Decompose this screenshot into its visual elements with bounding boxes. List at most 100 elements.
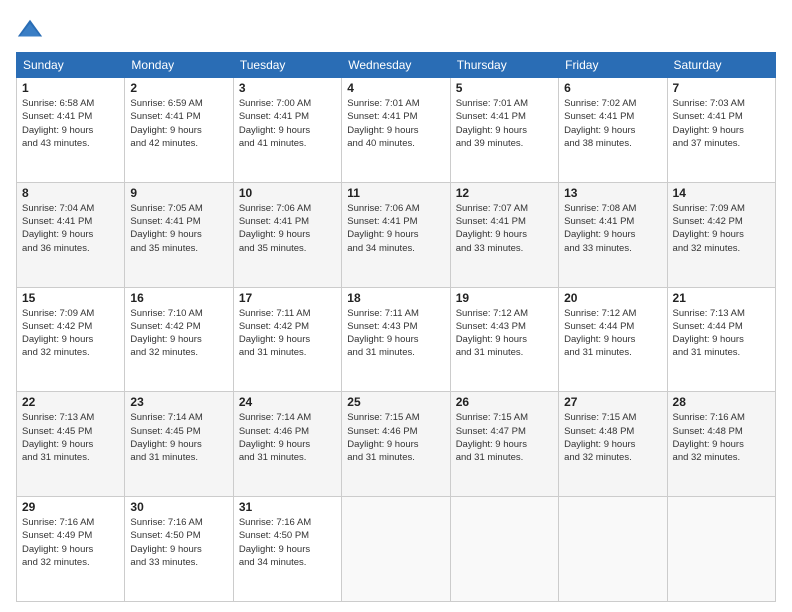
day-number: 27 [564,395,661,409]
day-number: 21 [673,291,770,305]
daylight-label: Daylight: 9 hours [564,229,635,240]
weekday-header-thursday: Thursday [450,53,558,78]
day-cell: 3 Sunrise: 7:00 AM Sunset: 4:41 PM Dayli… [233,78,341,183]
calendar-body: 1 Sunrise: 6:58 AM Sunset: 4:41 PM Dayli… [17,78,776,602]
daylight-label: Daylight: 9 hours [456,439,527,450]
sunset-label: Sunset: 4:50 PM [239,530,309,541]
day-info: Sunrise: 7:16 AM Sunset: 4:50 PM Dayligh… [130,516,227,569]
day-cell: 10 Sunrise: 7:06 AM Sunset: 4:41 PM Dayl… [233,182,341,287]
daylight-minutes: and 31 minutes. [347,347,415,358]
day-cell: 12 Sunrise: 7:07 AM Sunset: 4:41 PM Dayl… [450,182,558,287]
daylight-label: Daylight: 9 hours [22,229,93,240]
day-info: Sunrise: 7:04 AM Sunset: 4:41 PM Dayligh… [22,202,119,255]
daylight-minutes: and 36 minutes. [22,243,90,254]
daylight-minutes: and 34 minutes. [239,557,307,568]
daylight-minutes: and 33 minutes. [456,243,524,254]
day-info: Sunrise: 7:16 AM Sunset: 4:49 PM Dayligh… [22,516,119,569]
day-info: Sunrise: 6:58 AM Sunset: 4:41 PM Dayligh… [22,97,119,150]
daylight-minutes: and 31 minutes. [456,452,524,463]
daylight-label: Daylight: 9 hours [239,125,310,136]
day-cell: 29 Sunrise: 7:16 AM Sunset: 4:49 PM Dayl… [17,497,125,602]
day-info: Sunrise: 7:16 AM Sunset: 4:48 PM Dayligh… [673,411,770,464]
daylight-minutes: and 38 minutes. [564,138,632,149]
day-info: Sunrise: 7:10 AM Sunset: 4:42 PM Dayligh… [130,307,227,360]
daylight-minutes: and 31 minutes. [239,347,307,358]
day-info: Sunrise: 7:05 AM Sunset: 4:41 PM Dayligh… [130,202,227,255]
page: SundayMondayTuesdayWednesdayThursdayFrid… [0,0,792,612]
daylight-minutes: and 32 minutes. [673,243,741,254]
sunset-label: Sunset: 4:50 PM [130,530,200,541]
sunrise-label: Sunrise: 7:12 AM [456,308,528,319]
day-info: Sunrise: 7:09 AM Sunset: 4:42 PM Dayligh… [22,307,119,360]
day-cell: 4 Sunrise: 7:01 AM Sunset: 4:41 PM Dayli… [342,78,450,183]
daylight-label: Daylight: 9 hours [456,334,527,345]
day-info: Sunrise: 7:01 AM Sunset: 4:41 PM Dayligh… [456,97,553,150]
week-row-4: 22 Sunrise: 7:13 AM Sunset: 4:45 PM Dayl… [17,392,776,497]
sunset-label: Sunset: 4:41 PM [239,111,309,122]
sunset-label: Sunset: 4:45 PM [130,426,200,437]
sunrise-label: Sunrise: 7:12 AM [564,308,636,319]
daylight-label: Daylight: 9 hours [239,439,310,450]
weekday-header-saturday: Saturday [667,53,775,78]
sunrise-label: Sunrise: 7:05 AM [130,203,202,214]
daylight-minutes: and 33 minutes. [564,243,632,254]
sunset-label: Sunset: 4:48 PM [564,426,634,437]
day-number: 2 [130,81,227,95]
day-cell: 9 Sunrise: 7:05 AM Sunset: 4:41 PM Dayli… [125,182,233,287]
week-row-3: 15 Sunrise: 7:09 AM Sunset: 4:42 PM Dayl… [17,287,776,392]
day-number: 18 [347,291,444,305]
day-number: 24 [239,395,336,409]
sunrise-label: Sunrise: 7:16 AM [22,517,94,528]
daylight-label: Daylight: 9 hours [564,439,635,450]
weekday-header-friday: Friday [559,53,667,78]
sunset-label: Sunset: 4:45 PM [22,426,92,437]
sunset-label: Sunset: 4:41 PM [130,216,200,227]
sunrise-label: Sunrise: 7:13 AM [673,308,745,319]
sunset-label: Sunset: 4:47 PM [456,426,526,437]
sunrise-label: Sunrise: 7:15 AM [456,412,528,423]
daylight-minutes: and 32 minutes. [564,452,632,463]
calendar-header: SundayMondayTuesdayWednesdayThursdayFrid… [17,53,776,78]
sunset-label: Sunset: 4:41 PM [239,216,309,227]
day-info: Sunrise: 7:01 AM Sunset: 4:41 PM Dayligh… [347,97,444,150]
sunrise-label: Sunrise: 6:58 AM [22,98,94,109]
day-info: Sunrise: 6:59 AM Sunset: 4:41 PM Dayligh… [130,97,227,150]
day-number: 15 [22,291,119,305]
sunrise-label: Sunrise: 7:10 AM [130,308,202,319]
day-number: 22 [22,395,119,409]
day-number: 28 [673,395,770,409]
sunrise-label: Sunrise: 7:09 AM [22,308,94,319]
day-cell: 19 Sunrise: 7:12 AM Sunset: 4:43 PM Dayl… [450,287,558,392]
day-info: Sunrise: 7:06 AM Sunset: 4:41 PM Dayligh… [347,202,444,255]
daylight-minutes: and 39 minutes. [456,138,524,149]
daylight-minutes: and 31 minutes. [130,452,198,463]
daylight-label: Daylight: 9 hours [22,334,93,345]
daylight-minutes: and 31 minutes. [22,452,90,463]
sunset-label: Sunset: 4:42 PM [673,216,743,227]
week-row-2: 8 Sunrise: 7:04 AM Sunset: 4:41 PM Dayli… [17,182,776,287]
day-info: Sunrise: 7:15 AM Sunset: 4:47 PM Dayligh… [456,411,553,464]
sunrise-label: Sunrise: 7:11 AM [239,308,311,319]
sunrise-label: Sunrise: 7:11 AM [347,308,419,319]
day-cell: 31 Sunrise: 7:16 AM Sunset: 4:50 PM Dayl… [233,497,341,602]
daylight-label: Daylight: 9 hours [130,334,201,345]
day-info: Sunrise: 7:16 AM Sunset: 4:50 PM Dayligh… [239,516,336,569]
day-number: 26 [456,395,553,409]
day-cell: 2 Sunrise: 6:59 AM Sunset: 4:41 PM Dayli… [125,78,233,183]
sunrise-label: Sunrise: 6:59 AM [130,98,202,109]
day-cell: 27 Sunrise: 7:15 AM Sunset: 4:48 PM Dayl… [559,392,667,497]
sunset-label: Sunset: 4:41 PM [22,216,92,227]
day-info: Sunrise: 7:02 AM Sunset: 4:41 PM Dayligh… [564,97,661,150]
day-cell: 21 Sunrise: 7:13 AM Sunset: 4:44 PM Dayl… [667,287,775,392]
sunset-label: Sunset: 4:41 PM [564,111,634,122]
sunrise-label: Sunrise: 7:06 AM [239,203,311,214]
sunset-label: Sunset: 4:49 PM [22,530,92,541]
sunset-label: Sunset: 4:46 PM [347,426,417,437]
day-number: 19 [456,291,553,305]
sunrise-label: Sunrise: 7:14 AM [239,412,311,423]
day-number: 3 [239,81,336,95]
day-cell: 7 Sunrise: 7:03 AM Sunset: 4:41 PM Dayli… [667,78,775,183]
logo-icon [16,16,44,44]
day-info: Sunrise: 7:12 AM Sunset: 4:43 PM Dayligh… [456,307,553,360]
day-number: 14 [673,186,770,200]
